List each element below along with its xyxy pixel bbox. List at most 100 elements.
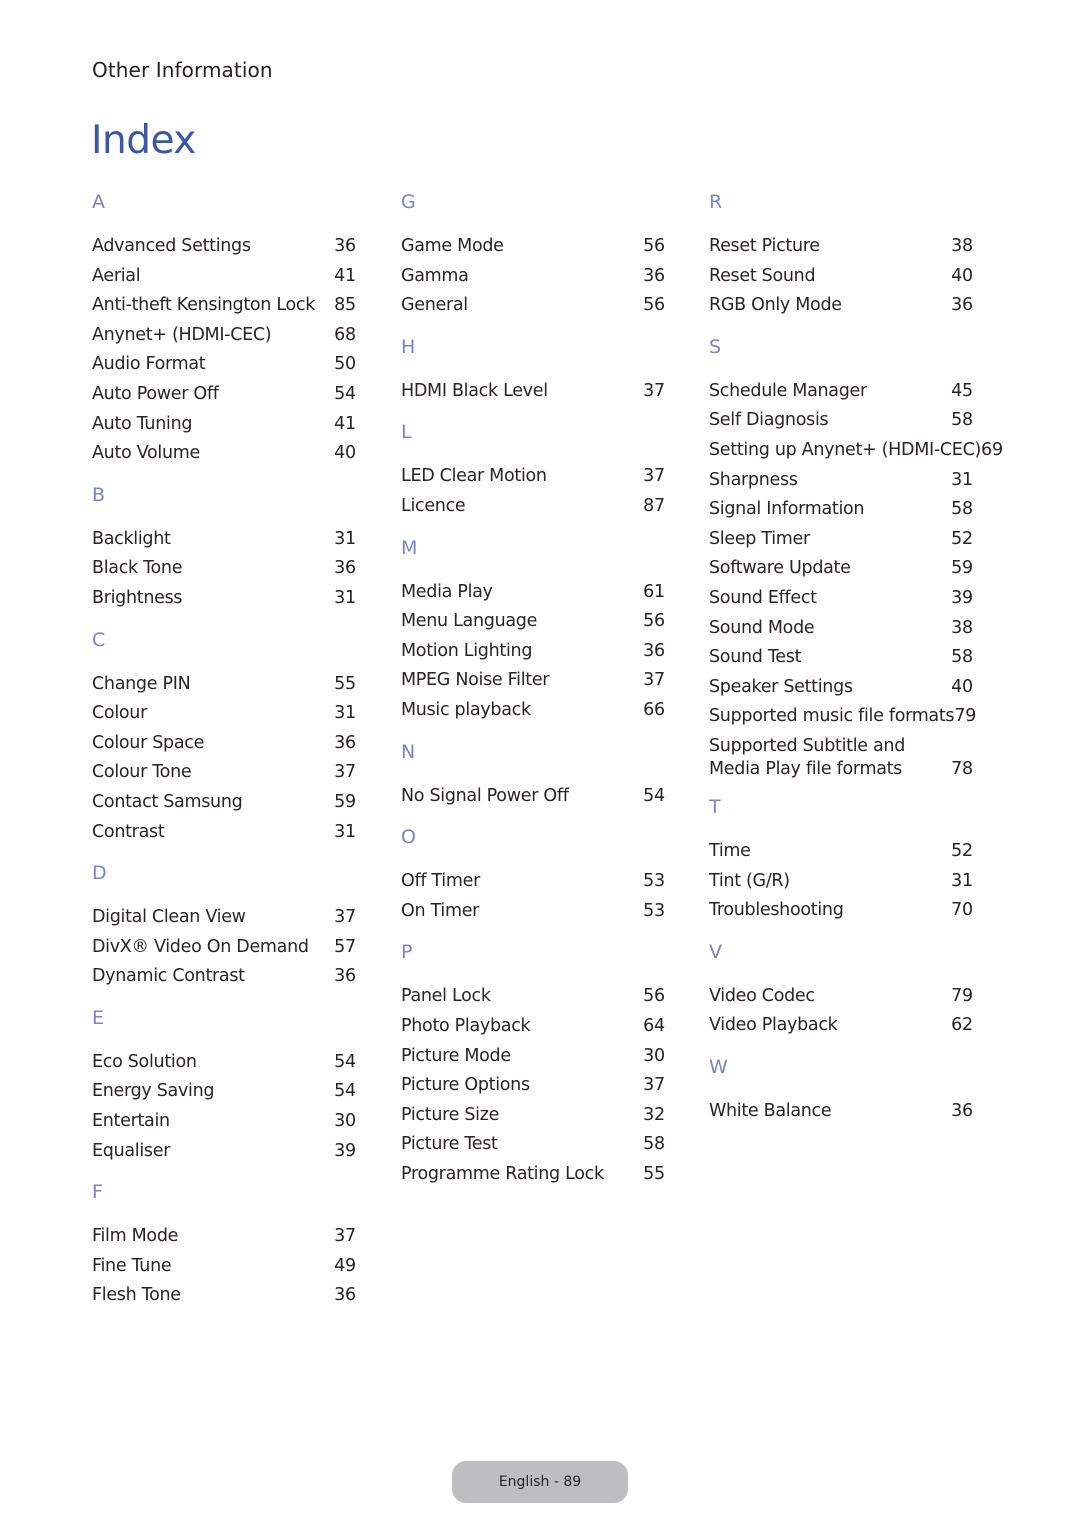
index-page-number[interactable]: 36 <box>334 1281 356 1311</box>
index-page-number[interactable]: 40 <box>334 439 356 469</box>
index-entry[interactable]: Menu Language 56 <box>401 607 665 637</box>
index-entry[interactable]: Reset Sound 40 <box>709 262 973 292</box>
index-entry[interactable]: Video Playback 62 <box>709 1011 973 1041</box>
index-page-number[interactable]: 41 <box>334 262 356 292</box>
index-entry[interactable]: Supported music file formats 79 <box>709 702 976 732</box>
index-entry[interactable]: Change PIN 55 <box>92 670 356 700</box>
index-entry[interactable]: Supported Subtitle and Media Play file f… <box>709 735 973 781</box>
index-page-number[interactable]: 58 <box>951 643 973 673</box>
index-page-number[interactable]: 32 <box>643 1101 665 1131</box>
index-page-number[interactable]: 78 <box>951 758 973 781</box>
index-page-number[interactable]: 64 <box>643 1012 665 1042</box>
index-entry[interactable]: LED Clear Motion 37 <box>401 462 665 492</box>
index-page-number[interactable]: 53 <box>643 897 665 927</box>
index-entry[interactable]: Panel Lock 56 <box>401 982 665 1012</box>
index-page-number[interactable]: 66 <box>643 696 665 726</box>
index-entry[interactable]: Sound Test 58 <box>709 643 973 673</box>
index-page-number[interactable]: 62 <box>951 1011 973 1041</box>
index-entry[interactable]: Contrast 31 <box>92 818 356 848</box>
index-page-number[interactable]: 58 <box>643 1130 665 1160</box>
index-entry[interactable]: Licence 87 <box>401 492 665 522</box>
index-page-number[interactable]: 68 <box>334 321 356 351</box>
index-page-number[interactable]: 53 <box>643 867 665 897</box>
index-entry[interactable]: Picture Mode 30 <box>401 1042 665 1072</box>
index-entry[interactable]: Picture Options 37 <box>401 1071 665 1101</box>
index-page-number[interactable]: 38 <box>951 232 973 262</box>
index-entry[interactable]: Eco Solution 54 <box>92 1048 356 1078</box>
index-entry[interactable]: Audio Format 50 <box>92 350 356 380</box>
index-page-number[interactable]: 30 <box>334 1107 356 1137</box>
index-page-number[interactable]: 52 <box>951 525 973 555</box>
index-entry[interactable]: Media Play 61 <box>401 578 665 608</box>
index-entry[interactable]: Digital Clean View 37 <box>92 903 356 933</box>
index-entry[interactable]: Video Codec 79 <box>709 982 973 1012</box>
index-entry[interactable]: General 56 <box>401 291 665 321</box>
index-page-number[interactable]: 87 <box>643 492 665 522</box>
index-entry[interactable]: Dynamic Contrast 36 <box>92 962 356 992</box>
index-entry[interactable]: Colour 31 <box>92 699 356 729</box>
index-entry[interactable]: Music playback 66 <box>401 696 665 726</box>
index-entry[interactable]: HDMI Black Level 37 <box>401 377 665 407</box>
index-entry[interactable]: On Timer 53 <box>401 897 665 927</box>
index-page-number[interactable]: 37 <box>643 377 665 407</box>
index-entry[interactable]: Black Tone 36 <box>92 554 356 584</box>
index-entry[interactable]: Signal Information 58 <box>709 495 973 525</box>
index-page-number[interactable]: 40 <box>951 262 973 292</box>
index-entry[interactable]: Troubleshooting 70 <box>709 896 973 926</box>
index-page-number[interactable]: 31 <box>334 525 356 555</box>
index-page-number[interactable]: 85 <box>334 291 356 321</box>
index-page-number[interactable]: 56 <box>643 291 665 321</box>
index-page-number[interactable]: 37 <box>334 758 356 788</box>
index-page-number[interactable]: 37 <box>643 666 665 696</box>
index-entry[interactable]: Flesh Tone 36 <box>92 1281 356 1311</box>
index-page-number[interactable]: 41 <box>334 410 356 440</box>
index-entry[interactable]: Contact Samsung 59 <box>92 788 356 818</box>
index-entry[interactable]: No Signal Power Off 54 <box>401 782 665 812</box>
index-entry[interactable]: Setting up Anynet+ (HDMI-CEC) 69 <box>709 436 1003 466</box>
index-entry[interactable]: Photo Playback 64 <box>401 1012 665 1042</box>
index-entry[interactable]: Picture Size 32 <box>401 1101 665 1131</box>
index-entry[interactable]: Schedule Manager 45 <box>709 377 973 407</box>
index-page-number[interactable]: 36 <box>334 232 356 262</box>
index-entry[interactable]: Film Mode 37 <box>92 1222 356 1252</box>
index-page-number[interactable]: 38 <box>951 614 973 644</box>
index-entry[interactable]: Game Mode 56 <box>401 232 665 262</box>
index-entry[interactable]: Self Diagnosis 58 <box>709 406 973 436</box>
index-page-number[interactable]: 36 <box>334 554 356 584</box>
index-page-number[interactable]: 36 <box>951 1097 973 1127</box>
index-entry[interactable]: Colour Space 36 <box>92 729 356 759</box>
index-page-number[interactable]: 37 <box>334 903 356 933</box>
index-page-number[interactable]: 57 <box>334 933 356 963</box>
index-entry[interactable]: Sound Effect 39 <box>709 584 973 614</box>
index-entry[interactable]: Sleep Timer 52 <box>709 525 973 555</box>
index-entry[interactable]: DivX® Video On Demand 57 <box>92 933 356 963</box>
index-entry[interactable]: Advanced Settings 36 <box>92 232 356 262</box>
index-entry[interactable]: Off Timer 53 <box>401 867 665 897</box>
index-page-number[interactable]: 45 <box>951 377 973 407</box>
index-entry[interactable]: Reset Picture 38 <box>709 232 973 262</box>
index-page-number[interactable]: 31 <box>334 584 356 614</box>
index-entry[interactable]: Anynet+ (HDMI-CEC) 68 <box>92 321 356 351</box>
index-page-number[interactable]: 37 <box>643 1071 665 1101</box>
index-entry[interactable]: Motion Lighting 36 <box>401 637 665 667</box>
index-page-number[interactable]: 30 <box>643 1042 665 1072</box>
index-entry[interactable]: MPEG Noise Filter 37 <box>401 666 665 696</box>
index-entry[interactable]: Gamma 36 <box>401 262 665 292</box>
index-entry[interactable]: Colour Tone 37 <box>92 758 356 788</box>
index-page-number[interactable]: 52 <box>951 837 973 867</box>
index-page-number[interactable]: 31 <box>951 867 973 897</box>
index-entry[interactable]: Programme Rating Lock 55 <box>401 1160 665 1190</box>
index-page-number[interactable]: 59 <box>334 788 356 818</box>
index-entry[interactable]: Fine Tune 49 <box>92 1252 356 1282</box>
index-page-number[interactable]: 50 <box>334 350 356 380</box>
index-entry[interactable]: Speaker Settings 40 <box>709 673 973 703</box>
index-page-number[interactable]: 54 <box>334 380 356 410</box>
index-entry[interactable]: Anti-theft Kensington Lock 85 <box>92 291 356 321</box>
index-entry[interactable]: Tint (G/R) 31 <box>709 867 973 897</box>
index-entry[interactable]: Picture Test 58 <box>401 1130 665 1160</box>
index-page-number[interactable]: 56 <box>643 982 665 1012</box>
index-page-number[interactable]: 56 <box>643 232 665 262</box>
index-page-number[interactable]: 31 <box>951 466 973 496</box>
index-page-number[interactable]: 36 <box>334 729 356 759</box>
index-entry[interactable]: Auto Tuning 41 <box>92 410 356 440</box>
